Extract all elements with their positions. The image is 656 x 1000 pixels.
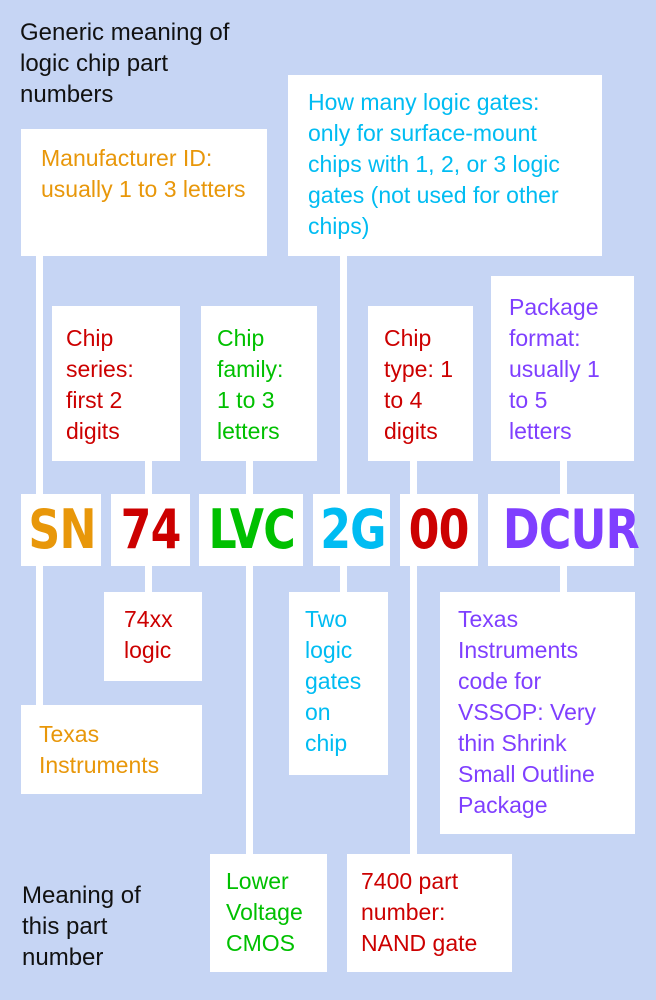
generic-manufacturer-box: Manufacturer ID: usually 1 to 3 letters (21, 129, 267, 256)
connector-manufacturer (36, 250, 43, 710)
specific-type-box: 7400 part number: NAND gate (347, 854, 512, 972)
specific-package-box: Texas Instruments code for VSSOP: Very t… (440, 592, 635, 834)
specific-heading: Meaning of this part number (22, 882, 141, 971)
specific-series-box: 74xx logic (104, 592, 202, 681)
specific-manufacturer-box: Texas Instruments (21, 705, 202, 794)
specific-gates-box: Two logic gates on chip (289, 592, 388, 775)
part-segment-series: 74 (111, 494, 190, 566)
generic-gates-box: How many logic gates: only for surface-m… (288, 75, 602, 256)
part-text-series: 74 (120, 498, 182, 561)
part-text-gates: 2G (320, 498, 386, 561)
part-segment-manufacturer: SN (21, 494, 101, 566)
generic-family-box: Chip family: 1 to 3 letters (201, 306, 317, 461)
generic-type-box: Chip type: 1 to 4 digits (368, 306, 473, 461)
part-segment-family: LVC (199, 494, 303, 566)
generic-package-box: Package format: usually 1 to 5 letters (491, 276, 634, 461)
part-segment-gates: 2G (313, 494, 390, 566)
generic-series-box: Chip series: first 2 digits (52, 306, 180, 461)
part-segment-type: 00 (400, 494, 478, 566)
part-text-manufacturer: SN (28, 498, 96, 561)
part-text-type: 00 (409, 498, 470, 561)
specific-family-box: Lower Voltage CMOS (210, 854, 327, 972)
part-text-package: DCUR (502, 498, 640, 561)
generic-heading: Generic meaning of logic chip part numbe… (20, 19, 230, 108)
part-text-family: LVC (208, 498, 295, 561)
part-segment-package: DCUR (488, 494, 640, 566)
